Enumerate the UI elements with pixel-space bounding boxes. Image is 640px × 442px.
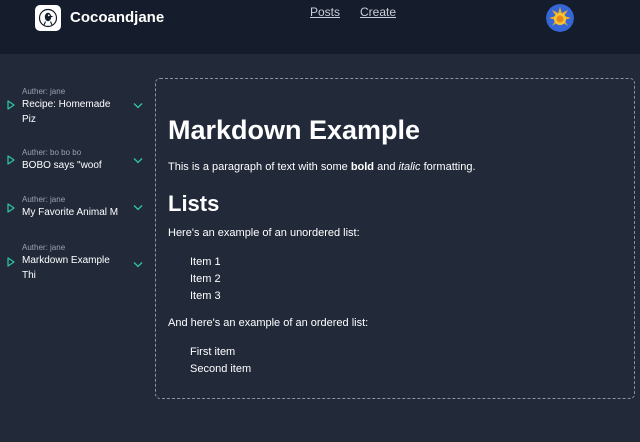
italic-text: italic: [398, 161, 421, 173]
chevron-down-icon[interactable]: [133, 102, 143, 109]
bird-logo-icon[interactable]: [35, 5, 61, 31]
play-outline-icon: [7, 100, 15, 110]
post-author: Auther: jane: [22, 243, 66, 252]
post-title[interactable]: My Favorite Animal M: [22, 205, 122, 220]
top-header: Cocoandjane Posts Create: [0, 0, 640, 54]
list-item: Second item: [190, 363, 252, 375]
unordered-list-intro: Here's an example of an unordered list:: [168, 227, 360, 239]
chevron-down-icon[interactable]: [133, 157, 143, 164]
nav-link-posts[interactable]: Posts: [310, 5, 340, 19]
sidebar-post-item[interactable]: Auther: bo bo bo BOBO says "woof: [0, 148, 150, 188]
markdown-heading-1: Markdown Example: [168, 115, 421, 145]
list-item: Item 1: [190, 256, 221, 268]
chevron-down-icon[interactable]: [133, 204, 143, 211]
list-item: First item: [190, 346, 236, 358]
sidebar-post-item[interactable]: Auther: jane My Favorite Animal M: [0, 195, 150, 235]
markdown-paragraph: This is a paragraph of text with some bo…: [168, 161, 476, 173]
unordered-list: Item 1 Item 2 Item 3: [190, 254, 221, 305]
paragraph-text: formatting.: [420, 161, 476, 173]
paragraph-text: and: [374, 161, 399, 173]
ordered-list: First item Second item: [190, 344, 251, 378]
post-title[interactable]: Recipe: Homemade Piz: [22, 97, 122, 127]
post-author: Auther: jane: [22, 195, 66, 204]
markdown-heading-2: Lists: [168, 191, 220, 216]
list-item: Item 3: [190, 290, 221, 302]
post-title[interactable]: BOBO says "woof: [22, 158, 122, 173]
sidebar-post-item[interactable]: Auther: jane Recipe: Homemade Piz: [0, 87, 150, 127]
nav-link-create[interactable]: Create: [360, 5, 396, 19]
markdown-preview: Markdown Example This is a paragraph of …: [155, 78, 635, 399]
list-item: Item 2: [190, 273, 221, 285]
chevron-down-icon[interactable]: [133, 261, 143, 268]
paragraph-text: This is a paragraph of text with some: [168, 161, 351, 173]
post-author: Auther: jane: [22, 87, 66, 96]
brand-name[interactable]: Cocoandjane: [70, 9, 164, 26]
sidebar-post-item[interactable]: Auther: jane Markdown Example Thi: [0, 243, 150, 283]
play-outline-icon: [7, 203, 15, 213]
play-outline-icon: [7, 257, 15, 267]
play-outline-icon: [7, 155, 15, 165]
sun-avatar-icon[interactable]: [546, 4, 574, 32]
ordered-list-intro: And here's an example of an ordered list…: [168, 317, 369, 329]
post-author: Auther: bo bo bo: [22, 148, 82, 157]
post-title[interactable]: Markdown Example Thi: [22, 253, 122, 283]
bold-text: bold: [350, 161, 375, 173]
